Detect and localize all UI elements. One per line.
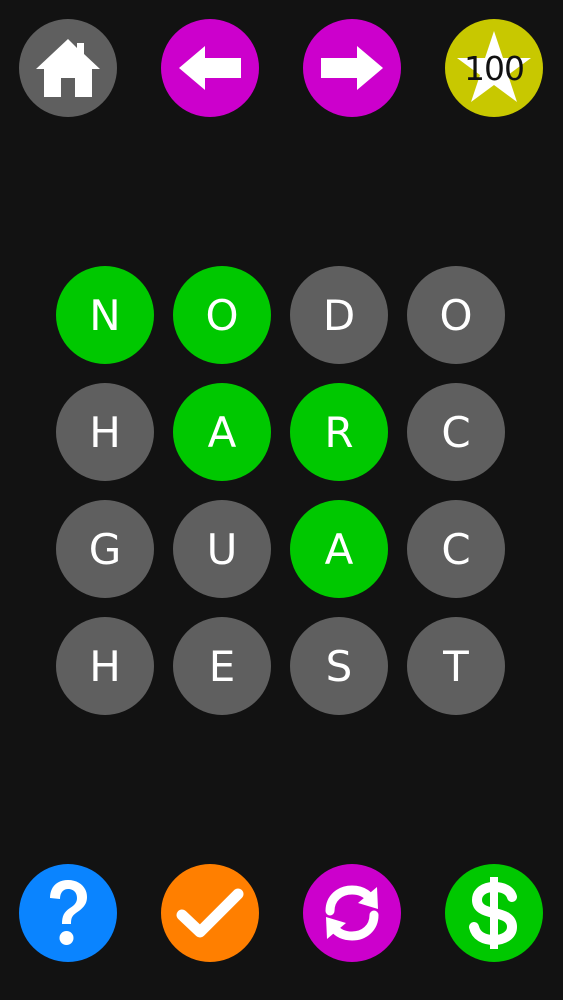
house-icon (36, 39, 100, 97)
letter-tile[interactable]: O (407, 266, 505, 364)
letter-tile[interactable]: H (56, 383, 154, 481)
letter-tile[interactable]: G (56, 500, 154, 598)
shuffle-button[interactable] (303, 864, 401, 962)
letter-tile[interactable]: A (173, 383, 271, 481)
letter-tile[interactable]: T (407, 617, 505, 715)
letter-tile[interactable]: D (290, 266, 388, 364)
game-screen: 100 NODOHARCGUACHEST (0, 0, 563, 1000)
letter-tile[interactable]: E (173, 617, 271, 715)
letter-tile[interactable]: N (56, 266, 154, 364)
letter-tile[interactable]: S (290, 617, 388, 715)
next-button[interactable] (303, 19, 401, 117)
letter-tile[interactable]: R (290, 383, 388, 481)
arrow-right-icon (321, 46, 383, 90)
letter-tile[interactable]: A (290, 500, 388, 598)
letter-tile[interactable]: H (56, 617, 154, 715)
letter-tile[interactable]: U (173, 500, 271, 598)
refresh-icon (325, 885, 379, 941)
letter-tile[interactable]: C (407, 500, 505, 598)
score-badge[interactable]: 100 (445, 19, 543, 117)
store-button[interactable] (445, 864, 543, 962)
dollar-icon (469, 877, 518, 949)
previous-button[interactable] (161, 19, 259, 117)
score-value: 100 (464, 48, 525, 88)
checkmark-icon (176, 888, 244, 938)
question-mark-icon (50, 880, 87, 945)
arrow-left-icon (179, 46, 241, 90)
hint-button[interactable] (19, 864, 117, 962)
home-button[interactable] (19, 19, 117, 117)
letter-tile[interactable]: C (407, 383, 505, 481)
letter-grid: NODOHARCGUACHEST (56, 266, 507, 717)
letter-tile[interactable]: O (173, 266, 271, 364)
submit-button[interactable] (161, 864, 259, 962)
